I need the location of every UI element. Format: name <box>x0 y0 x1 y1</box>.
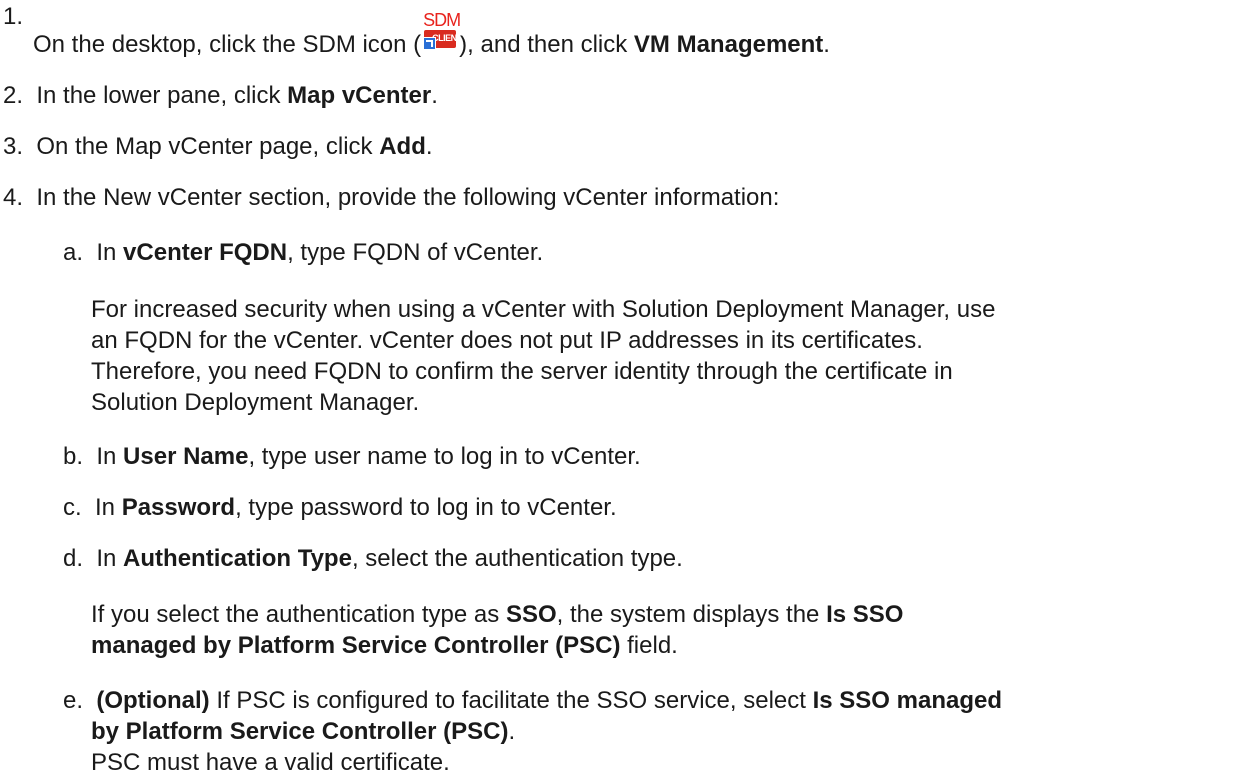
substep-a-letter: a. <box>63 239 84 266</box>
substep-a-bold: vCenter FQDN <box>123 239 288 266</box>
shortcut-arrow-icon <box>423 37 437 50</box>
step-2: 2. In the lower pane, click Map vCenter. <box>3 82 438 109</box>
substep-a: a. In vCenter FQDN, type FQDN of vCenter… <box>63 239 544 266</box>
substep-c: c. In Password, type password to log in … <box>63 494 617 521</box>
step-3-number: 3. <box>3 133 24 160</box>
substep-d-bold: Authentication Type <box>123 545 352 572</box>
substep-d-note-line-2: managed by Platform Service Controller (… <box>91 632 678 659</box>
step-1-text-pre: On the desktop, click the SDM icon ( <box>33 31 422 58</box>
substep-b: b. In User Name, type user name to log i… <box>63 443 641 470</box>
substep-b-bold: User Name <box>123 443 249 470</box>
substep-e-optional: (Optional) <box>96 687 210 714</box>
substep-c-bold: Password <box>121 494 236 521</box>
substep-d-letter: d. <box>63 545 84 572</box>
step-1-number: 1. <box>3 3 24 30</box>
substep-e-line-2: by Platform Service Controller (PSC). <box>91 718 516 745</box>
step-1: On the desktop, click the SDM icon (SDM C… <box>33 10 830 58</box>
document-page: 1. On the desktop, click the SDM icon (S… <box>0 0 1233 780</box>
step-1-bold: VM Management <box>633 31 824 58</box>
substep-d: d. In Authentication Type, select the au… <box>63 545 683 572</box>
substep-a-note-line-4: Solution Deployment Manager. <box>91 389 420 416</box>
step-2-number: 2. <box>3 82 24 109</box>
step-2-bold: Map vCenter <box>287 82 432 109</box>
step-1-text-mid: ), and then click <box>459 31 634 58</box>
sdm-client-icon: SDM CLIENT <box>422 11 462 58</box>
step-3-bold: Add <box>379 133 426 160</box>
substep-e-note: PSC must have a valid certificate. <box>91 749 450 776</box>
substep-e: e. (Optional) If PSC is configured to fa… <box>63 687 1003 714</box>
substep-e-letter: e. <box>63 687 84 714</box>
substep-c-letter: c. <box>63 494 82 521</box>
substep-b-letter: b. <box>63 443 84 470</box>
substep-a-note-line-3: Therefore, you need FQDN to confirm the … <box>91 358 953 385</box>
substep-d-note-line-1: If you select the authentication type as… <box>91 601 904 628</box>
step-3: 3. On the Map vCenter page, click Add. <box>3 133 433 160</box>
substep-a-note-line-2: an FQDN for the vCenter. vCenter does no… <box>91 327 923 354</box>
step-4-number: 4. <box>3 184 24 211</box>
substep-a-note-line-1: For increased security when using a vCen… <box>91 296 996 323</box>
step-4: 4. In the New vCenter section, provide t… <box>3 184 780 211</box>
